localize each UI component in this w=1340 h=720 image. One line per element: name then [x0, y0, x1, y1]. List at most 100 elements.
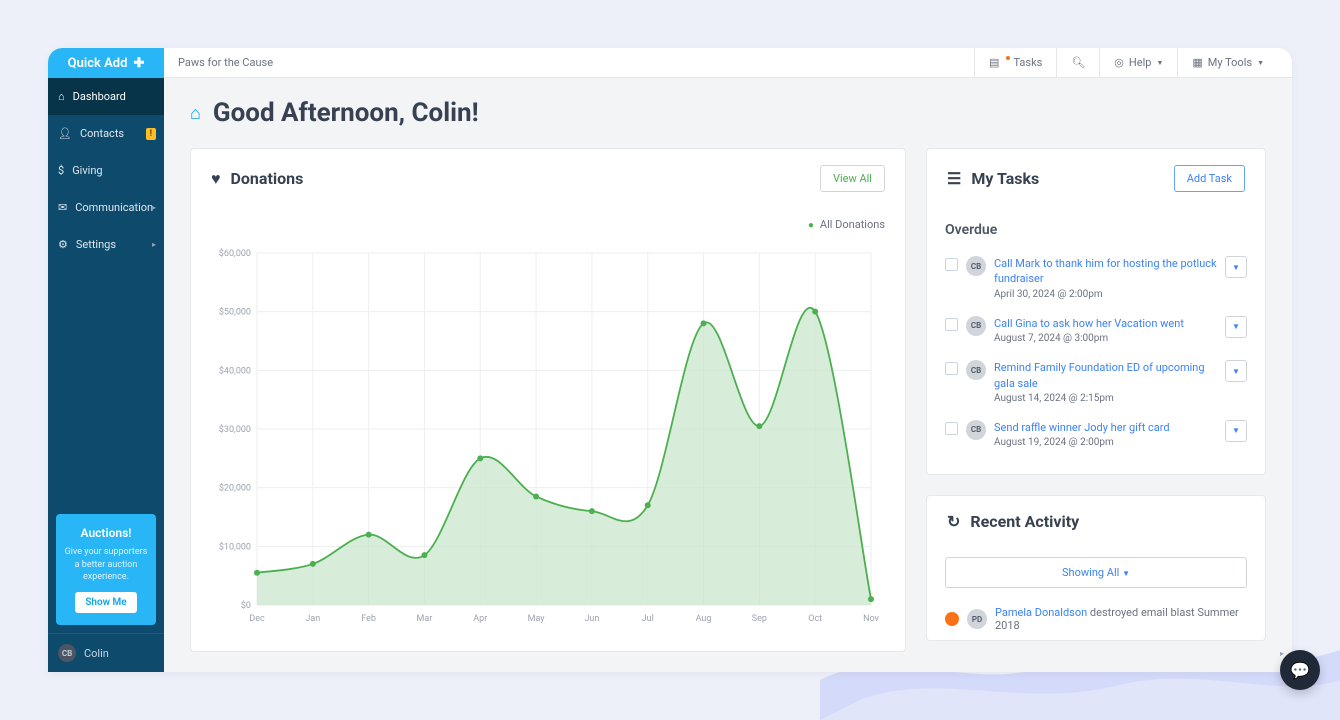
chat-launcher[interactable]: 💬: [1280, 650, 1320, 690]
gear-icon: ⚙: [58, 238, 68, 251]
task-menu-button[interactable]: ▼: [1225, 360, 1247, 382]
tasks-icon: ▤: [989, 56, 999, 69]
svg-text:Sep: Sep: [752, 614, 767, 624]
top-bar: Paws for the Cause ▤ Tasks 🔍︎ ◎ Help ▼ ▦…: [164, 48, 1292, 78]
donations-chart: $0$10,000$20,000$30,000$40,000$50,000$60…: [211, 247, 881, 627]
sidebar-label: Giving: [72, 164, 102, 177]
user-name: Colin: [84, 647, 109, 660]
svg-text:Feb: Feb: [361, 614, 376, 624]
svg-text:$20,000: $20,000: [219, 483, 251, 494]
task-link[interactable]: Send raffle winner Jody her gift card: [994, 420, 1217, 435]
quick-add-button[interactable]: Quick Add ✚: [48, 48, 164, 78]
chat-icon: 💬: [1290, 661, 1310, 680]
sidebar-user[interactable]: CB Colin ▸: [48, 633, 164, 672]
sidebar-item-contacts[interactable]: 👤︎ Contacts !: [48, 115, 164, 152]
activity-filter-label: Showing All: [1062, 566, 1119, 579]
svg-text:$50,000: $50,000: [219, 307, 251, 318]
legend-label: All Donations: [820, 218, 885, 231]
topbar-search[interactable]: 🔍︎: [1056, 48, 1099, 77]
avatar: CB: [966, 316, 986, 336]
task-link[interactable]: Call Gina to ask how her Vacation went: [994, 316, 1217, 331]
chevron-right-icon: ▸: [152, 203, 156, 212]
history-icon: ↻: [947, 512, 960, 531]
page-header: ⌂ Good Afternoon, Colin!: [190, 98, 1266, 128]
topbar-tasks-label: Tasks: [1013, 56, 1042, 69]
task-link[interactable]: Remind Family Foundation ED of upcoming …: [994, 360, 1217, 391]
task-checkbox[interactable]: [945, 258, 958, 271]
activity-row: PD Pamela Donaldson destroyed email blas…: [927, 598, 1265, 640]
avatar: CB: [966, 256, 986, 276]
task-row: CB Send raffle winner Jody her gift card…: [945, 412, 1247, 456]
activity-title: Recent Activity: [970, 512, 1079, 531]
task-checkbox[interactable]: [945, 362, 958, 375]
task-row: CB Remind Family Foundation ED of upcomi…: [945, 352, 1247, 412]
alert-badge: !: [146, 128, 156, 140]
task-row: CB Call Mark to thank him for hosting th…: [945, 248, 1247, 308]
promo-card: Auctions! Give your supporters a better …: [56, 514, 156, 625]
dollar-icon: $: [58, 164, 64, 177]
chevron-down-icon: ▼: [1122, 569, 1130, 578]
plus-icon: ✚: [133, 56, 144, 71]
notification-dot: [1006, 56, 1010, 60]
svg-text:Jul: Jul: [642, 614, 654, 624]
main-content: ⌂ Good Afternoon, Colin! ♥ Donations Vie…: [164, 78, 1292, 672]
svg-text:Oct: Oct: [808, 614, 822, 624]
legend-bullet: ●: [808, 220, 814, 231]
sidebar: ⌂ Dashboard 👤︎ Contacts ! $ Giving ✉ Com…: [48, 78, 164, 672]
add-task-button[interactable]: Add Task: [1174, 165, 1245, 192]
sidebar-label: Communication: [75, 201, 153, 214]
home-icon: ⌂: [190, 103, 201, 124]
sidebar-item-settings[interactable]: ⚙ Settings ▸: [48, 226, 164, 263]
sidebar-item-dashboard[interactable]: ⌂ Dashboard: [48, 78, 164, 115]
task-checkbox[interactable]: [945, 422, 958, 435]
activity-filter[interactable]: Showing All ▼: [945, 557, 1247, 588]
activity-type-dot: [945, 612, 959, 626]
sidebar-item-communication[interactable]: ✉ Communication ▸: [48, 189, 164, 226]
sidebar-label: Dashboard: [73, 90, 126, 103]
task-menu-button[interactable]: ▼: [1225, 256, 1247, 278]
avatar: CB: [58, 644, 76, 662]
chart-legend: ● All Donations: [191, 208, 905, 237]
activity-actor[interactable]: Pamela Donaldson: [995, 606, 1087, 619]
chevron-right-icon: ▸: [1280, 649, 1284, 658]
avatar: CB: [966, 360, 986, 380]
search-icon: 🔍︎: [1071, 56, 1085, 69]
task-date: August 14, 2024 @ 2:15pm: [994, 393, 1217, 404]
svg-text:Apr: Apr: [473, 614, 487, 624]
app-window: Quick Add ✚ Paws for the Cause ▤ Tasks 🔍…: [48, 48, 1292, 672]
chevron-down-icon: ▼: [1257, 59, 1264, 67]
topbar-help[interactable]: ◎ Help ▼: [1099, 48, 1177, 77]
chevron-down-icon: ▼: [1156, 59, 1163, 67]
task-date: April 30, 2024 @ 2:00pm: [994, 289, 1217, 300]
chevron-right-icon: ▸: [152, 240, 156, 249]
activity-card: ↻ Recent Activity Showing All ▼ PD: [926, 495, 1266, 641]
tasks-section-heading: Overdue: [945, 208, 1247, 248]
tasks-card: ☰ My Tasks Add Task Overdue CB Call Mark…: [926, 148, 1266, 475]
task-checkbox[interactable]: [945, 318, 958, 331]
sidebar-label: Contacts: [80, 127, 124, 140]
svg-text:Jan: Jan: [305, 614, 320, 624]
promo-title: Auctions!: [64, 526, 148, 540]
page-title: Good Afternoon, Colin!: [213, 98, 479, 128]
promo-cta-button[interactable]: Show Me: [75, 592, 136, 613]
avatar: CB: [966, 420, 986, 440]
topbar-mytools[interactable]: ▦ My Tools ▼: [1177, 48, 1278, 77]
sidebar-item-giving[interactable]: $ Giving: [48, 152, 164, 189]
chat-icon: ✉: [58, 201, 67, 214]
view-all-button[interactable]: View All: [820, 165, 885, 192]
lifebuoy-icon: ◎: [1114, 56, 1124, 69]
list-icon: ☰: [947, 169, 961, 188]
svg-text:$60,000: $60,000: [219, 248, 251, 259]
svg-text:May: May: [528, 614, 546, 624]
task-menu-button[interactable]: ▼: [1225, 420, 1247, 442]
svg-text:Jun: Jun: [584, 614, 599, 624]
svg-text:$40,000: $40,000: [219, 365, 251, 376]
svg-text:$10,000: $10,000: [219, 541, 251, 552]
org-name: Paws for the Cause: [178, 56, 273, 69]
task-link[interactable]: Call Mark to thank him for hosting the p…: [994, 256, 1217, 287]
svg-text:Nov: Nov: [863, 614, 879, 624]
svg-text:Mar: Mar: [417, 614, 433, 624]
topbar-tasks[interactable]: ▤ Tasks: [974, 48, 1056, 77]
task-row: CB Call Gina to ask how her Vacation wen…: [945, 308, 1247, 352]
task-menu-button[interactable]: ▼: [1225, 316, 1247, 338]
